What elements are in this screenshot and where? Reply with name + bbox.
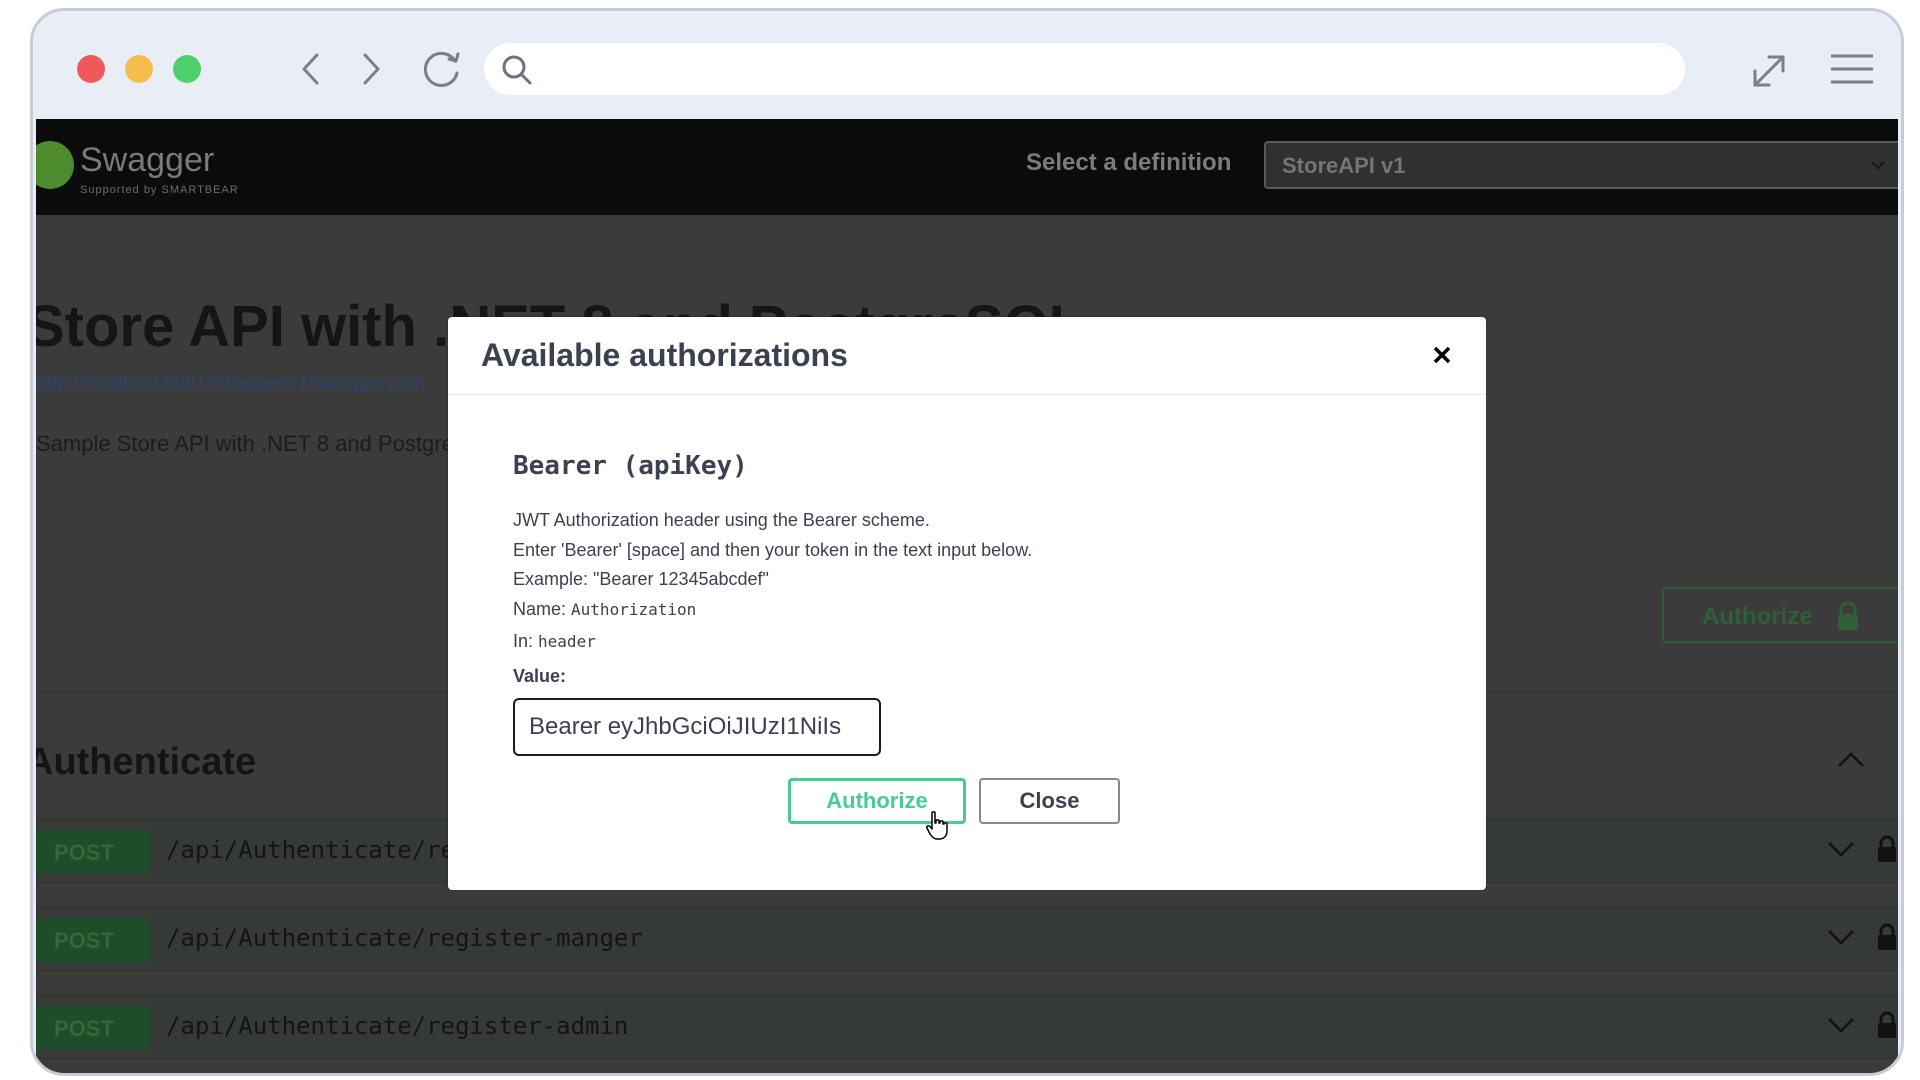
- operation-row[interactable]: POST /api/Authenticate/register-admin: [36, 995, 1898, 1059]
- select-definition-label: Select a definition: [1026, 149, 1232, 176]
- section-title[interactable]: Authenticate: [36, 741, 256, 784]
- browser-toolbar: [33, 11, 1901, 115]
- lock-icon: [1838, 601, 1858, 630]
- lock-icon[interactable]: [1876, 922, 1898, 952]
- modal-header: Available authorizations: [448, 317, 1486, 395]
- scheme-description-line: JWT Authorization header using the Beare…: [513, 510, 930, 530]
- authorize-button-label: Authorize: [1702, 603, 1813, 630]
- auth-scheme-title: Bearer (apiKey): [513, 451, 748, 481]
- api-description: Sample Store API with .NET 8 and Postgre…: [36, 431, 498, 456]
- hamburger-menu-icon[interactable]: [1827, 49, 1877, 89]
- definition-select-value: StoreAPI v1: [1282, 153, 1406, 178]
- modal-close-button[interactable]: [1424, 337, 1460, 373]
- back-arrow-icon[interactable]: [291, 49, 331, 89]
- token-value-input[interactable]: [513, 698, 881, 756]
- modal-title: Available authorizations: [481, 337, 848, 373]
- chevron-down-icon[interactable]: [1826, 840, 1856, 860]
- http-method-badge: POST: [36, 1006, 150, 1050]
- http-method-badge: POST: [36, 830, 150, 874]
- http-method-badge: POST: [36, 918, 150, 962]
- swagger-logo-name: Swagger: [80, 141, 215, 179]
- chevron-up-icon[interactable]: [1836, 749, 1866, 769]
- swagger-logo-sub: Supported by SMARTBEAR: [80, 184, 239, 196]
- value-label: Value:: [513, 666, 567, 686]
- hand-cursor-icon: [926, 811, 948, 840]
- swagger-topbar: Swagger Supported by SMARTBEAR Select a …: [36, 119, 1898, 215]
- scheme-name-line: Name: Authorization: [513, 599, 696, 620]
- in-label: In:: [513, 631, 534, 651]
- name-label: Name:: [513, 599, 567, 619]
- operation-path: /api/Authenticate/register-manger: [166, 924, 643, 952]
- operation-path: /api/Authenticate/register-admin: [166, 1012, 629, 1040]
- chevron-down-icon[interactable]: [1826, 928, 1856, 948]
- chevron-down-icon: [1871, 161, 1885, 170]
- window-maximize-dot[interactable]: [173, 55, 201, 83]
- search-icon: [502, 55, 532, 85]
- close-button[interactable]: Close: [979, 778, 1120, 824]
- scheme-description-line: Example: "Bearer 12345abcdef": [513, 569, 769, 589]
- window-minimize-dot[interactable]: [125, 55, 153, 83]
- definition-select[interactable]: StoreAPI v1: [1264, 141, 1898, 189]
- address-bar[interactable]: [484, 43, 1685, 95]
- authorization-modal: Available authorizations Bearer (apiKey)…: [448, 317, 1486, 890]
- url-input[interactable]: [544, 51, 1665, 87]
- close-icon: [1433, 346, 1451, 364]
- lock-icon[interactable]: [1876, 834, 1898, 864]
- operation-row[interactable]: POST /api/Authenticate/register-manger: [36, 907, 1898, 971]
- expand-icon[interactable]: [1747, 49, 1791, 93]
- window-close-dot[interactable]: [77, 55, 105, 83]
- authorize-button-background[interactable]: Authorize: [1662, 587, 1898, 643]
- scheme-in-line: In: header: [513, 631, 596, 652]
- name-value: Authorization: [571, 600, 697, 619]
- in-value: header: [538, 632, 596, 651]
- forward-arrow-icon[interactable]: [351, 49, 391, 89]
- api-spec-link[interactable]: http://localhost:8081/swagger/v1/swagger…: [36, 373, 425, 395]
- swagger-logo-icon: [36, 141, 74, 189]
- chevron-down-icon[interactable]: [1826, 1016, 1856, 1036]
- scheme-description-line: Enter 'Bearer' [space] and then your tok…: [513, 540, 1033, 560]
- reload-icon[interactable]: [417, 49, 467, 89]
- lock-icon[interactable]: [1876, 1010, 1898, 1040]
